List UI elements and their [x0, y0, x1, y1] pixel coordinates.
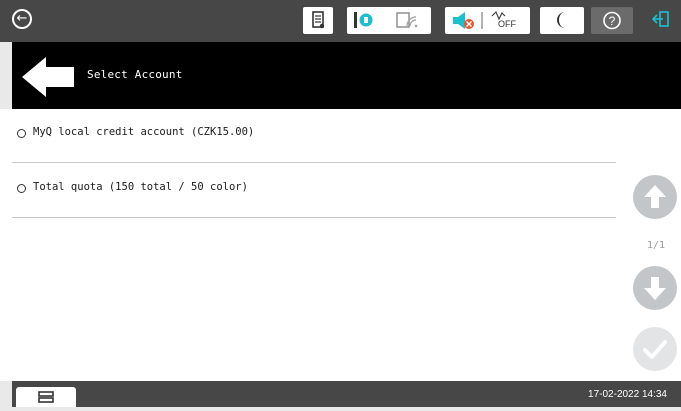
radio-button[interactable]	[17, 129, 26, 138]
page-indicator: 1/1	[646, 240, 666, 251]
printer-tray-icon	[38, 391, 54, 403]
account-label: MyQ local credit account (CZK15.00)	[33, 126, 255, 138]
arrow-up-icon	[644, 185, 666, 208]
help-button[interactable]: ?	[591, 7, 633, 34]
account-list-area: MyQ local credit account (CZK15.00) Tota…	[0, 109, 681, 381]
moon-icon	[557, 12, 565, 28]
scroll-up-button[interactable]	[633, 175, 677, 219]
back-arrow-icon[interactable]	[20, 55, 78, 99]
radio-button[interactable]	[17, 184, 26, 193]
network-status-button[interactable]	[347, 7, 431, 34]
bottom-bar: 17-02-2022 14:34	[12, 381, 681, 407]
logout-icon[interactable]	[649, 9, 673, 33]
document-icon	[312, 11, 325, 29]
wifi-off-label: OFF	[498, 19, 516, 29]
svg-text:?: ?	[609, 14, 616, 28]
status-bar: ← OFF ?	[0, 0, 681, 42]
page-header: Select Account	[12, 42, 681, 109]
mute-icon	[453, 10, 506, 29]
page-title: Select Account	[87, 68, 183, 81]
confirm-button[interactable]	[633, 327, 677, 371]
account-option-credit[interactable]: MyQ local credit account (CZK15.00)	[12, 109, 616, 163]
back-circle-icon[interactable]: ←	[12, 9, 32, 29]
account-label: Total quota (150 total / 50 color)	[33, 181, 248, 193]
checkmark-icon	[643, 340, 667, 359]
network-icons	[354, 12, 418, 28]
account-option-quota[interactable]: Total quota (150 total / 50 color)	[12, 164, 616, 218]
datetime: 17-02-2022 14:34	[588, 389, 667, 400]
job-list-tab[interactable]	[16, 387, 76, 407]
sound-status-button[interactable]: OFF	[445, 7, 530, 34]
scroll-down-button[interactable]	[633, 266, 677, 310]
arrow-down-icon	[644, 277, 666, 300]
document-status-button[interactable]	[303, 7, 333, 34]
help-icon: ?	[603, 11, 621, 30]
sleep-button[interactable]	[540, 7, 584, 34]
